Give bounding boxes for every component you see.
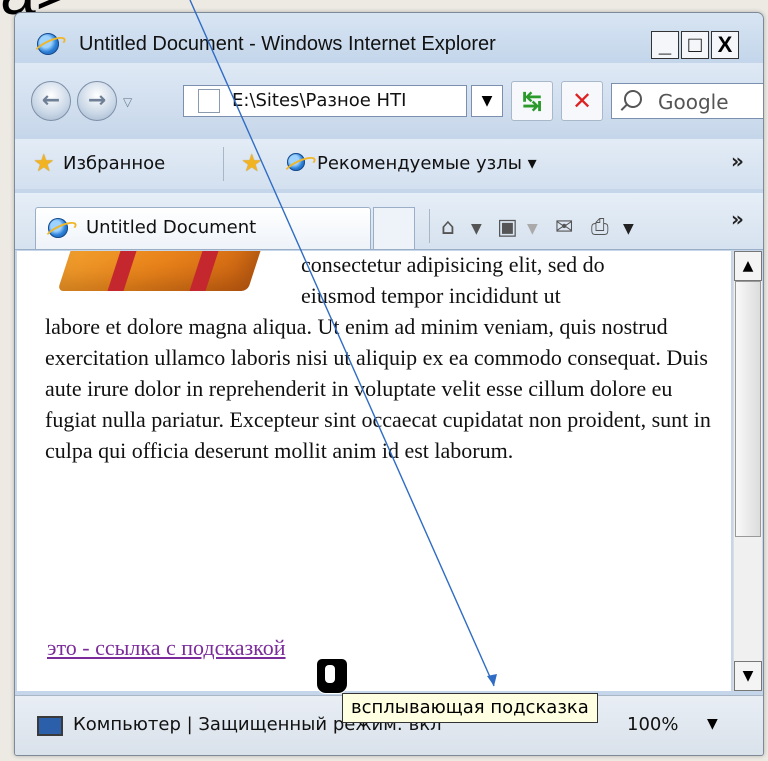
annotation-arrow: [189, 0, 497, 687]
annotation-arrowhead: [487, 674, 497, 686]
tooltip-popup: всплывающая подсказка: [342, 693, 598, 723]
hand-cursor-icon: [316, 658, 348, 694]
annotation-line: [189, 0, 495, 687]
